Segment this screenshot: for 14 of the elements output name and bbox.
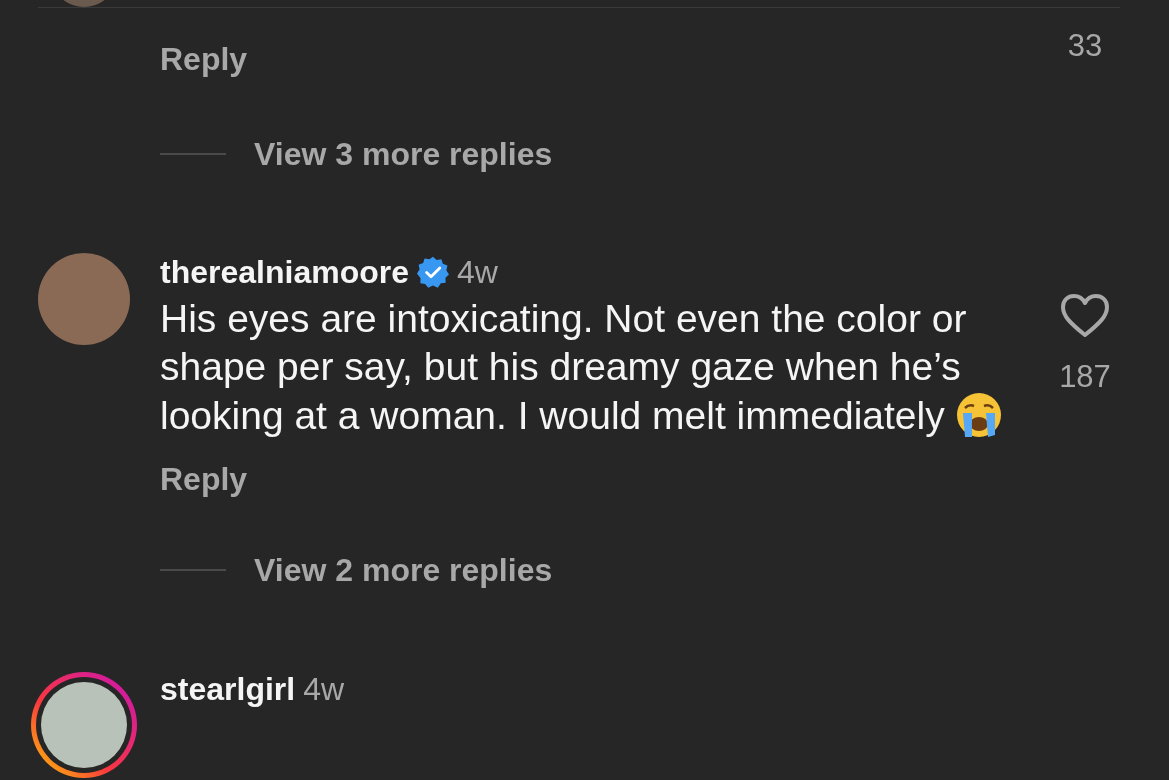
view-replies-link[interactable]: View 2 more replies <box>254 551 553 589</box>
comment-text: His eyes are intoxicating. Not even the color or shape per say, but his dreamy gaze when he’s looking at a woman. I would melt immediately <box>160 297 967 437</box>
heart-icon <box>1060 293 1110 339</box>
username[interactable]: stearlgirl <box>160 670 296 708</box>
like-count: 187 <box>1058 359 1112 395</box>
comment-time: 4w <box>303 670 345 708</box>
reply-link[interactable]: Reply <box>160 460 248 498</box>
view-replies-link[interactable]: View 3 more replies <box>254 135 553 173</box>
comment-time: 4w <box>456 253 498 291</box>
username[interactable]: therealniamoore <box>160 253 409 291</box>
reply-link[interactable]: Reply <box>160 40 248 78</box>
like-count: 33 <box>1066 28 1104 64</box>
crying-face-icon <box>955 391 1004 439</box>
like-button[interactable] <box>1060 293 1110 339</box>
